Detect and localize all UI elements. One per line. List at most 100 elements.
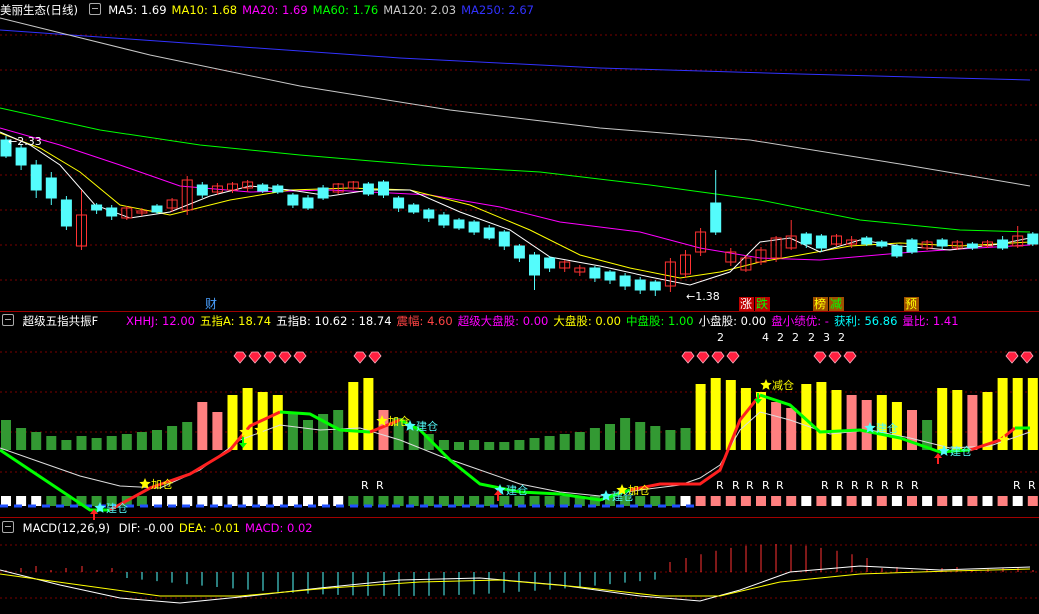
indicator-bar-34: [514, 440, 525, 450]
indicator-square-50: [756, 496, 766, 506]
indicator-square-60: [907, 496, 917, 506]
event-marker-2[interactable]: 跌: [756, 296, 768, 311]
event-marker-4[interactable]: 减: [830, 297, 842, 311]
indicator-bar-16: [242, 388, 253, 450]
indicator-square-62: [937, 496, 948, 506]
candle-body-13: [196, 184, 208, 196]
r-signal-15: R: [1028, 479, 1036, 492]
candle-body-30: [453, 219, 465, 229]
indicator-bar-13: [197, 402, 208, 450]
candle-body-17: [257, 184, 269, 192]
chart-canvas[interactable]: ←2.33←1.38财涨跌榜减预 R R R R R R R R R R R R R R R R2 4 2 2 2 3 2…: [0, 0, 1039, 614]
jiancang-signal-label-5: 建仓: [416, 419, 438, 433]
indicator-square-63: [952, 496, 963, 506]
indicator-bar-56: [846, 395, 857, 450]
indicator-square-56: [846, 496, 857, 506]
r-signal-6: R: [776, 479, 784, 492]
candle-body-59: [891, 245, 903, 257]
indicator-bar-1: [16, 428, 27, 450]
indicator-square-47: [710, 496, 721, 506]
digit-1: 4: [762, 331, 769, 344]
indicator-bar-46: [695, 384, 706, 450]
indicator-square-61: [922, 496, 933, 506]
indicator-bar-64: [967, 395, 978, 450]
r-signal-7: R: [821, 479, 829, 492]
indicator-bar-25: [378, 410, 389, 450]
indicator-bar-39: [589, 428, 600, 450]
indicator-bar-0: [1, 420, 11, 450]
candle-body-60: [906, 239, 918, 253]
indicator-bar-10: [152, 430, 162, 450]
indicator-square-57: [861, 496, 872, 506]
indicator-square-64: [967, 496, 978, 506]
indicator-bar-19: [287, 412, 298, 450]
candle-body-40: [604, 271, 616, 281]
jiancang2-signal-star-9: [760, 379, 772, 390]
candle-body-36: [544, 257, 556, 269]
candle-body-62: [936, 239, 948, 247]
indicator-square-68: [1027, 496, 1038, 506]
indicator-square-52: [786, 496, 797, 506]
indicator-square-67: [1012, 496, 1023, 506]
gem-icon: [233, 351, 247, 364]
candle-body-68: [1027, 233, 1039, 245]
indicator-bar-67: [1012, 378, 1023, 450]
candle-body-10: [151, 205, 163, 213]
candle-body-54: [815, 235, 827, 249]
indicator-bar-31: [469, 440, 480, 450]
gem-icon: [828, 351, 842, 364]
candle-body-18: [272, 185, 284, 193]
candle-body-3: [45, 177, 57, 199]
ma20-line: [0, 127, 1031, 261]
indicator-square-58: [876, 496, 887, 506]
indicator-bar-68: [1027, 378, 1038, 450]
r-signal-1: R: [376, 479, 384, 492]
indicator-bar-3: [46, 436, 57, 450]
candle-body-1: [15, 147, 27, 166]
indicator-bar-40: [605, 424, 615, 450]
gem-icon: [368, 351, 382, 364]
jiacang-signal-label-8: 加仓: [628, 483, 650, 497]
indicator-bar-9: [136, 432, 147, 450]
gem-icon: [1005, 351, 1019, 364]
indicator-bar-44: [665, 430, 676, 450]
gem-icon: [696, 351, 710, 364]
indicator-square-54: [816, 496, 827, 506]
event-marker-1[interactable]: 涨: [740, 296, 752, 311]
ma250-line: [0, 29, 1031, 81]
digit-5: 3: [823, 331, 830, 344]
r-signal-5: R: [762, 479, 770, 492]
r-signal-13: R: [911, 479, 919, 492]
r-signal-8: R: [836, 479, 844, 492]
candle-body-2: [30, 164, 42, 191]
indicator-bar-23: [348, 382, 359, 450]
candle-body-29: [438, 214, 450, 226]
event-marker-5[interactable]: 预: [905, 297, 917, 311]
indicator-bar-30: [454, 442, 464, 450]
indicator-bar-41: [620, 418, 631, 450]
indicator-square-49: [740, 496, 751, 506]
macd-histogram: [5, 544, 1034, 596]
gem-icon: [248, 351, 262, 364]
candle-body-32: [483, 227, 495, 239]
indicator-square-55: [831, 496, 842, 506]
indicator-square-48: [725, 496, 736, 506]
indicator-bar-33: [499, 442, 510, 450]
event-marker-0[interactable]: 财: [205, 297, 217, 311]
indicator-square-53: [801, 496, 812, 506]
high-price-label: ←2.33: [8, 135, 42, 148]
candle-body-6: [91, 204, 103, 211]
r-signal-14: R: [1013, 479, 1021, 492]
candle-body-25: [378, 181, 389, 196]
candle-body-26: [393, 197, 405, 209]
indicator-bar-35: [529, 438, 540, 450]
indicator-bar-47: [710, 378, 721, 450]
indicator-bar-14: [212, 412, 223, 450]
event-marker-3[interactable]: 榜: [814, 296, 826, 311]
gem-icon: [813, 351, 827, 364]
gem-icon: [843, 351, 857, 364]
indicator-bar-52: [786, 408, 797, 450]
gem-icon: [353, 351, 367, 364]
indicator-bar-18: [272, 395, 283, 450]
jiancang-signal-label-11: 建仓: [950, 444, 972, 458]
